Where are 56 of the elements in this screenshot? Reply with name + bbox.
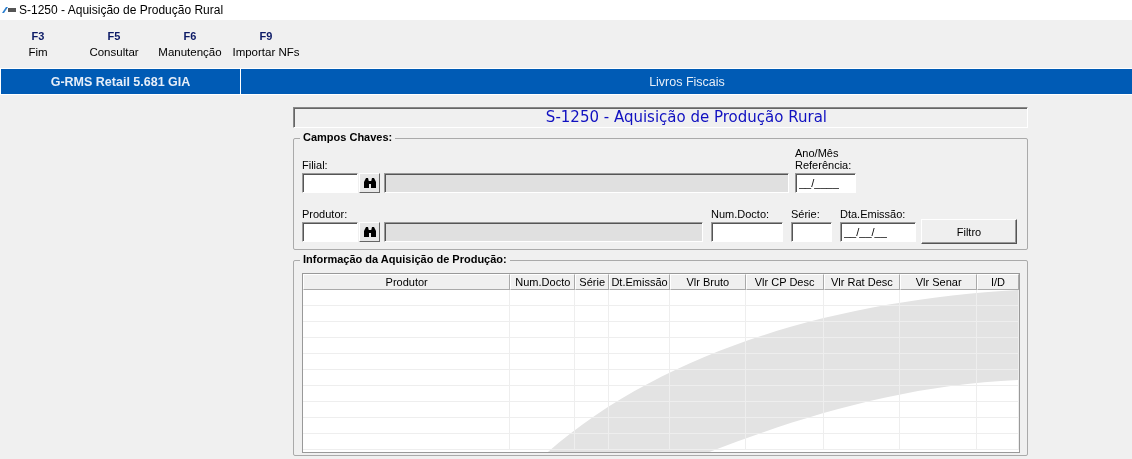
reference-month-field[interactable]: __/____	[795, 173, 856, 193]
group-title: Campos Chaves:	[300, 131, 396, 143]
column-header[interactable]: Vlr Senar	[900, 274, 978, 290]
toolbar-button[interactable]: F6 Manutenção	[152, 24, 228, 64]
filter-button[interactable]: Filtro	[921, 219, 1017, 244]
table-cell	[977, 418, 1019, 434]
search-button[interactable]	[359, 222, 380, 242]
column-header[interactable]: Série	[575, 274, 610, 290]
filial-code-field[interactable]	[302, 173, 358, 193]
document-number-field[interactable]	[711, 222, 783, 242]
column-header[interactable]: Vlr CP Desc	[745, 274, 824, 290]
binoculars-icon	[362, 177, 377, 189]
table-cell	[977, 338, 1019, 354]
system-version-label: G-RMS Retail 5.681 GIA	[1, 69, 241, 94]
issue-date-field[interactable]: __/__/__	[840, 222, 916, 242]
table-cell	[977, 370, 1019, 386]
table-cell	[575, 402, 610, 418]
field-label: Dta.Emissão:	[840, 208, 907, 220]
column-header[interactable]: Vlr Bruto	[669, 274, 746, 290]
toolbar-button[interactable]: F9 Importar NFs	[228, 24, 304, 64]
field-label: Num.Docto:	[711, 208, 771, 220]
table-cell	[575, 418, 610, 434]
search-button[interactable]	[359, 173, 380, 193]
table-cell	[609, 370, 670, 386]
field-label: Produtor:	[302, 208, 349, 220]
column-header[interactable]: I/D	[977, 274, 1019, 290]
toolbar-button[interactable]: F5 Consultar	[76, 24, 152, 64]
table-cell	[977, 434, 1019, 450]
table-cell	[977, 354, 1019, 370]
column-header[interactable]: Dt.Emissão	[609, 274, 670, 290]
table-cell	[977, 402, 1019, 418]
table-cell	[609, 402, 670, 418]
group-title: Informação da Aquisição de Produção:	[300, 253, 510, 265]
table-cell	[609, 386, 670, 402]
form-title: S-1250 - Aquisição de Produção Rural	[293, 107, 1028, 128]
column-header[interactable]: Num.Docto	[510, 274, 576, 290]
field-label: Filial:	[302, 159, 329, 171]
table-cell	[609, 290, 670, 306]
field-label: Ano/Mês Referência:	[795, 147, 853, 171]
table-cell	[510, 434, 576, 450]
table-cell	[977, 290, 1019, 306]
table-cell	[977, 386, 1019, 402]
table-cell	[977, 322, 1019, 338]
series-field[interactable]	[791, 222, 832, 242]
producer-code-field[interactable]	[302, 222, 358, 242]
table-cell	[575, 290, 610, 306]
toolbar-button[interactable]: F3 Fim	[0, 24, 76, 64]
window-title: S-1250 - Aquisição de Produção Rural	[19, 3, 224, 17]
binoculars-icon	[362, 226, 377, 238]
module-title: Livros Fiscais	[648, 73, 726, 91]
table-cell	[510, 290, 576, 306]
table-cell	[977, 306, 1019, 322]
table-cell	[510, 418, 576, 434]
field-label: Série:	[791, 208, 821, 220]
column-header[interactable]: Produtor	[303, 274, 511, 290]
column-header[interactable]: Vlr Rat Desc	[823, 274, 901, 290]
